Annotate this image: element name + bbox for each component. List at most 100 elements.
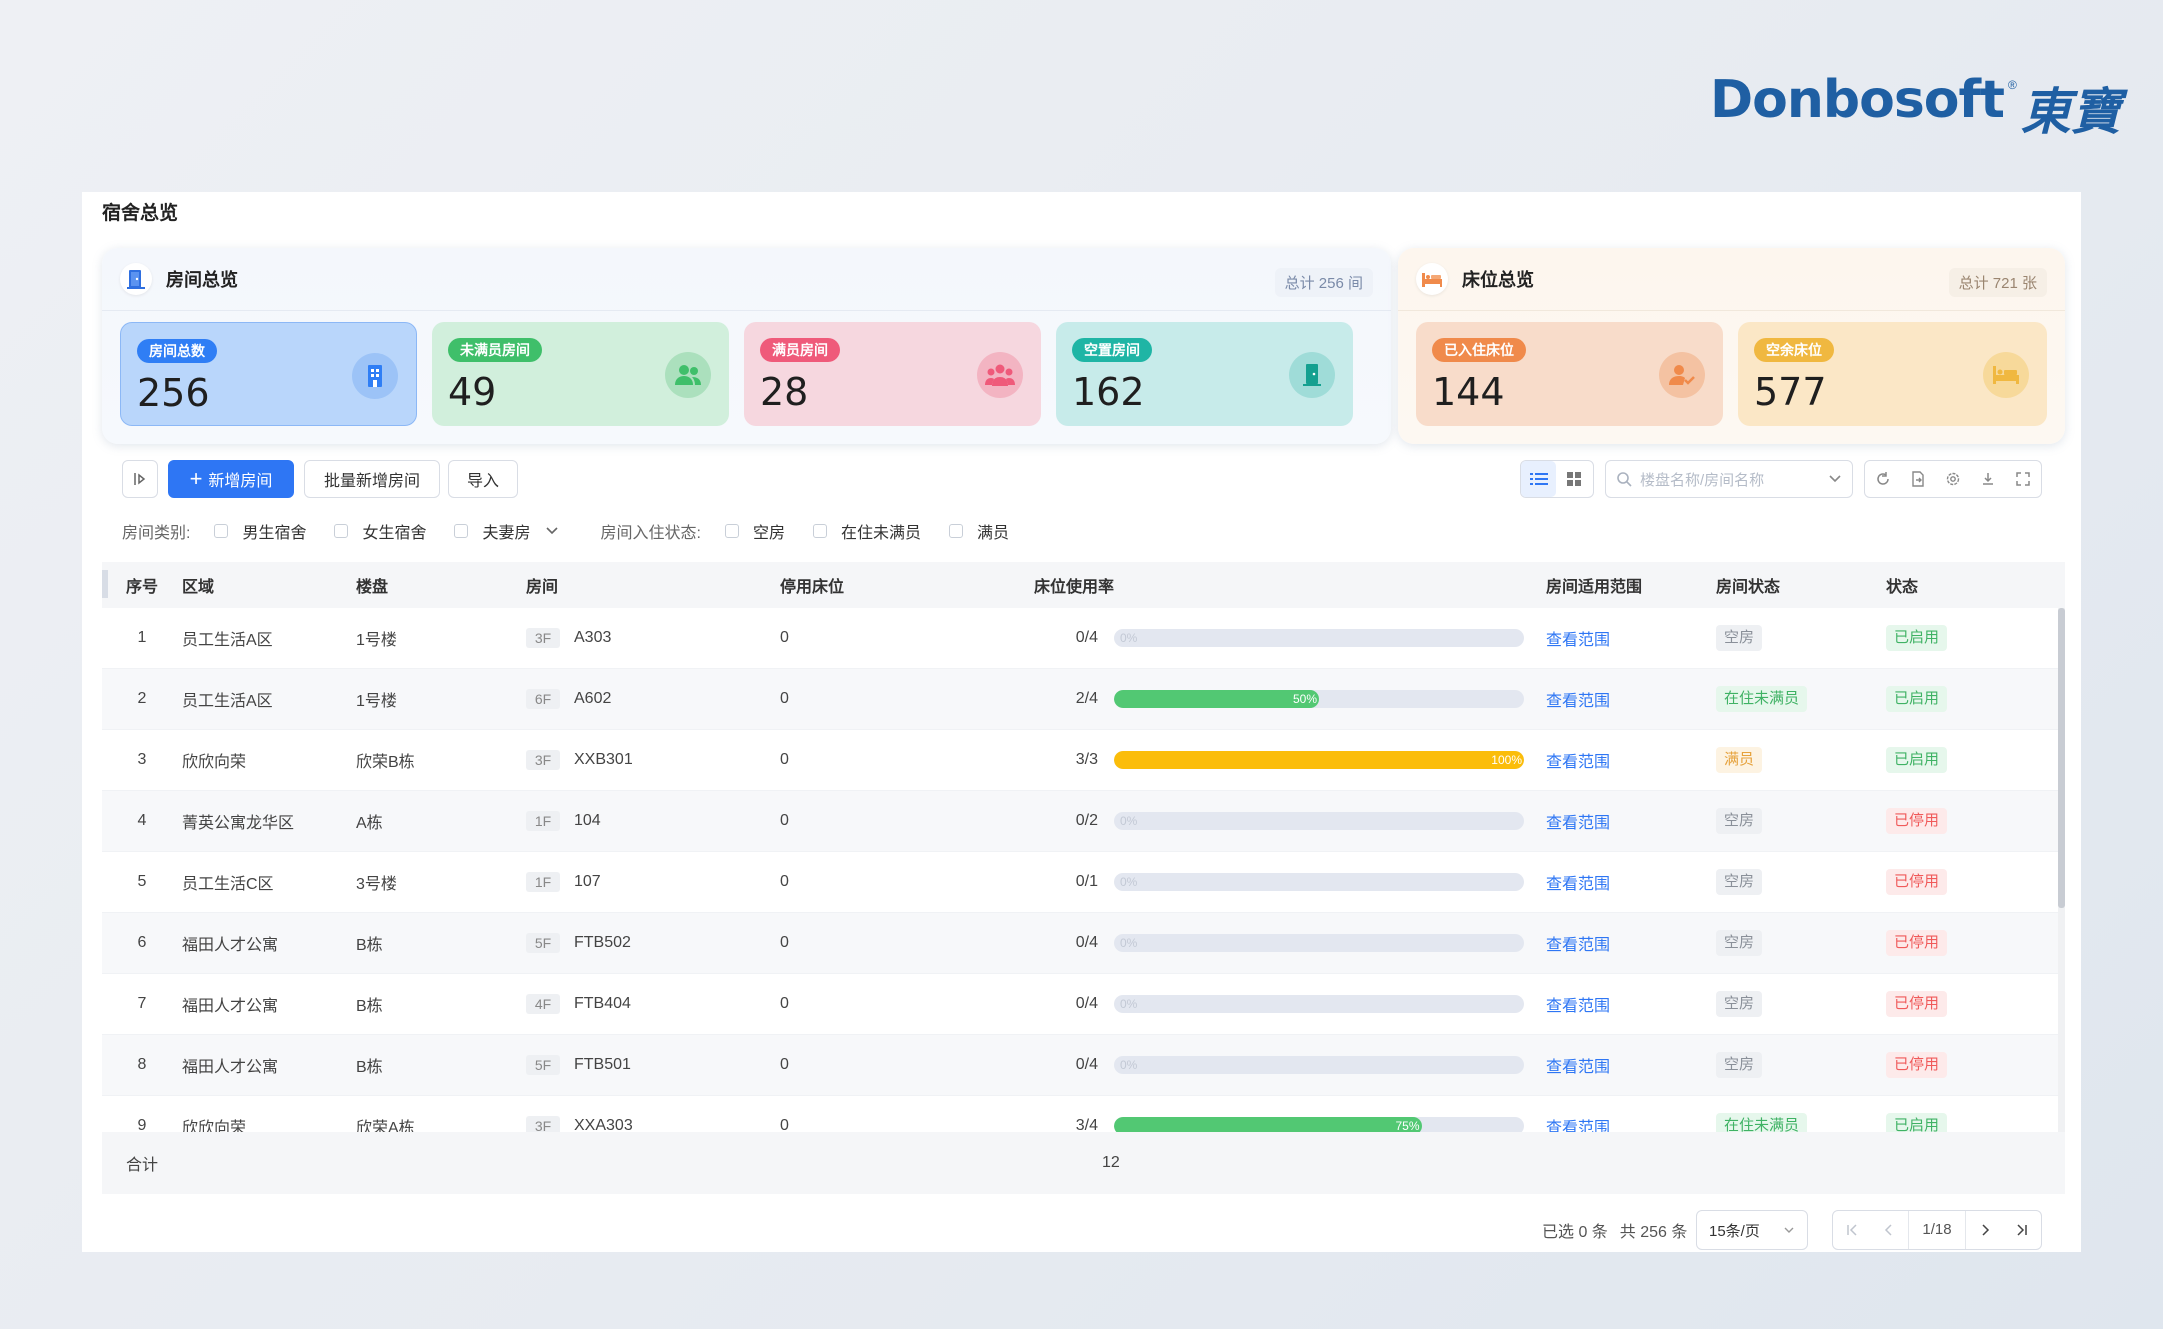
cell-building: B栋 [356, 998, 383, 1015]
stat-total-rooms[interactable]: 房间总数 256 [120, 322, 417, 426]
view-scope-link[interactable]: 查看范围 [1546, 693, 1610, 710]
cell-room: XXB301 [574, 751, 633, 768]
checkbox-full[interactable] [948, 524, 963, 538]
cell-area: 菁英公寓龙华区 [182, 815, 295, 832]
refresh-icon[interactable] [1865, 461, 1900, 497]
search-placeholder: 楼盘名称/房间名称 [1640, 471, 1765, 489]
prev-page-icon[interactable] [1871, 1212, 1909, 1248]
usage-percent: 50% [1292, 692, 1317, 706]
cell-building: B栋 [356, 1059, 383, 1076]
filter-bar: 房间类别: 男生宿舍 女生宿舍 夫妻房 房间入住状态: 空房 在住未满员 满员 [122, 518, 1037, 544]
cell-no: 7 [137, 995, 147, 1012]
table-row[interactable]: 8 福田人才公寓 B栋 5F FTB501 0 0/4 0% 查看范围 空房 已停用 [102, 1035, 2065, 1096]
usage-bar: 50% [1114, 690, 1524, 708]
stat-label: 未满员房间 [448, 338, 542, 362]
export-icon[interactable] [1900, 461, 1935, 497]
table-row[interactable]: 1 员工生活A区 1号楼 3F A303 0 0/4 0% 查看范围 空房 已启用 [102, 608, 2065, 669]
room-door-icon [120, 263, 152, 295]
table-row[interactable]: 3 欣欣向荣 欣荣B栋 3F XXB301 0 3/3 100% 查看范围 满员 … [102, 730, 2065, 791]
floor-badge: 5F [526, 933, 560, 953]
import-button[interactable]: 导入 [448, 460, 518, 498]
checkbox-female-dorm[interactable] [334, 524, 349, 538]
filter-full[interactable]: 满员 [977, 519, 1009, 543]
main-panel: 宿舍总览 房间总览 总计 256 间 房间总数 256 未满员房间 49 满员房… [82, 192, 2081, 1252]
cell-room: 107 [574, 873, 601, 890]
view-scope-link[interactable]: 查看范围 [1546, 998, 1610, 1015]
cell-area: 福田人才公寓 [182, 1059, 279, 1076]
status-tag: 已启用 [1886, 747, 1948, 773]
stat-free-beds[interactable]: 空余床位 577 [1738, 322, 2047, 426]
page-size-select[interactable]: 15条/页 [1696, 1210, 1808, 1250]
add-room-button[interactable]: + 新增房间 [168, 460, 294, 498]
stat-value: 162 [1072, 370, 1145, 414]
cell-stopped-beds: 0 [780, 751, 789, 768]
sidebar-toggle-button[interactable] [122, 460, 158, 498]
chevron-down-icon [1784, 1227, 1794, 1233]
logo-registered-mark: ® [2008, 78, 2017, 92]
download-icon[interactable] [1970, 461, 2005, 497]
filter-male-dorm[interactable]: 男生宿舍 [242, 519, 306, 543]
checkbox-couple-room[interactable] [454, 524, 469, 538]
table-footer: 合计 12 [102, 1132, 2065, 1194]
view-scope-link[interactable]: 查看范围 [1546, 1059, 1610, 1076]
bed-icon [1983, 352, 2029, 398]
view-scope-link[interactable]: 查看范围 [1546, 754, 1610, 771]
stat-label: 空置房间 [1072, 338, 1152, 362]
bed-overview-title: 床位总览 [1462, 270, 1534, 290]
cell-building: 欣荣A栋 [356, 1120, 415, 1132]
bed-overview-total: 总计 721 张 [1948, 268, 2047, 297]
stat-vacant-rooms[interactable]: 空置房间 162 [1056, 322, 1353, 426]
next-page-icon[interactable] [1966, 1212, 2004, 1248]
page-indicator[interactable]: 1/18 [1908, 1211, 1966, 1249]
filter-empty[interactable]: 空房 [753, 519, 785, 543]
cell-room: FTB404 [574, 995, 631, 1012]
th-area: 区域 [182, 579, 215, 596]
status-tag: 已停用 [1886, 991, 1948, 1017]
batch-add-button[interactable]: 批量新增房间 [304, 460, 440, 498]
usage-bar: 0% [1114, 934, 1524, 952]
filter-couple-room[interactable]: 夫妻房 [482, 519, 530, 543]
view-scope-link[interactable]: 查看范围 [1546, 1120, 1610, 1132]
view-scope-link[interactable]: 查看范围 [1546, 632, 1610, 649]
stat-partial-rooms[interactable]: 未满员房间 49 [432, 322, 729, 426]
pager-controls: 1/18 [1832, 1210, 2042, 1250]
room-overview-card: 房间总览 总计 256 间 房间总数 256 未满员房间 49 满员房间 28 [102, 248, 1391, 444]
view-scope-link[interactable]: 查看范围 [1546, 937, 1610, 954]
cell-building: 1号楼 [356, 632, 397, 649]
table-row[interactable]: 9 欣欣向荣 欣荣A栋 3F XXA303 0 3/4 75% 查看范围 在住未满… [102, 1096, 2065, 1132]
pagination-info: 已选 0 条 共 256 条 [1542, 1210, 1687, 1250]
chevron-down-icon [545, 527, 558, 535]
usage-percent: 0% [1120, 936, 1138, 950]
page-title: 宿舍总览 [102, 203, 179, 224]
table-row[interactable]: 4 菁英公寓龙华区 A栋 1F 104 0 0/2 0% 查看范围 空房 已停用 [102, 791, 2065, 852]
filter-partial[interactable]: 在住未满员 [841, 519, 921, 543]
last-page-icon[interactable] [2003, 1212, 2041, 1248]
cell-bed-ratio: 0/4 [1075, 1056, 1098, 1073]
first-page-icon[interactable] [1833, 1212, 1871, 1248]
table-scrollbar[interactable] [2058, 608, 2065, 1132]
filter-female-dorm[interactable]: 女生宿舍 [362, 519, 426, 543]
cell-stopped-beds: 0 [780, 934, 789, 951]
grid-view-icon[interactable] [1556, 461, 1591, 497]
settings-icon[interactable] [1935, 461, 1970, 497]
room-status-tag: 空房 [1716, 930, 1763, 956]
stat-occupied-beds[interactable]: 已入住床位 144 [1416, 322, 1723, 426]
search-input[interactable]: 楼盘名称/房间名称 [1605, 460, 1853, 498]
view-scope-link[interactable]: 查看范围 [1546, 815, 1610, 832]
list-view-icon[interactable] [1521, 461, 1556, 497]
table-tools [1864, 460, 2042, 498]
table-row[interactable]: 5 员工生活C区 3号楼 1F 107 0 0/1 0% 查看范围 空房 已停用 [102, 852, 2065, 913]
view-scope-link[interactable]: 查看范围 [1546, 876, 1610, 893]
fullscreen-icon[interactable] [2005, 461, 2040, 497]
checkbox-partial[interactable] [812, 524, 827, 538]
checkbox-male-dorm[interactable] [214, 524, 229, 538]
cell-room: A303 [574, 629, 612, 646]
room-status-tag: 满员 [1716, 747, 1763, 773]
table-row[interactable]: 7 福田人才公寓 B栋 4F FTB404 0 0/4 0% 查看范围 空房 已停用 [102, 974, 2065, 1035]
cell-bed-ratio: 0/4 [1075, 629, 1098, 646]
table-row[interactable]: 6 福田人才公寓 B栋 5F FTB502 0 0/4 0% 查看范围 空房 已停用 [102, 913, 2065, 974]
checkbox-empty[interactable] [724, 524, 739, 538]
usage-bar: 0% [1114, 812, 1524, 830]
table-row[interactable]: 2 员工生活A区 1号楼 6F A602 0 2/4 50% 查看范围 在住未满员… [102, 669, 2065, 730]
stat-full-rooms[interactable]: 满员房间 28 [744, 322, 1041, 426]
